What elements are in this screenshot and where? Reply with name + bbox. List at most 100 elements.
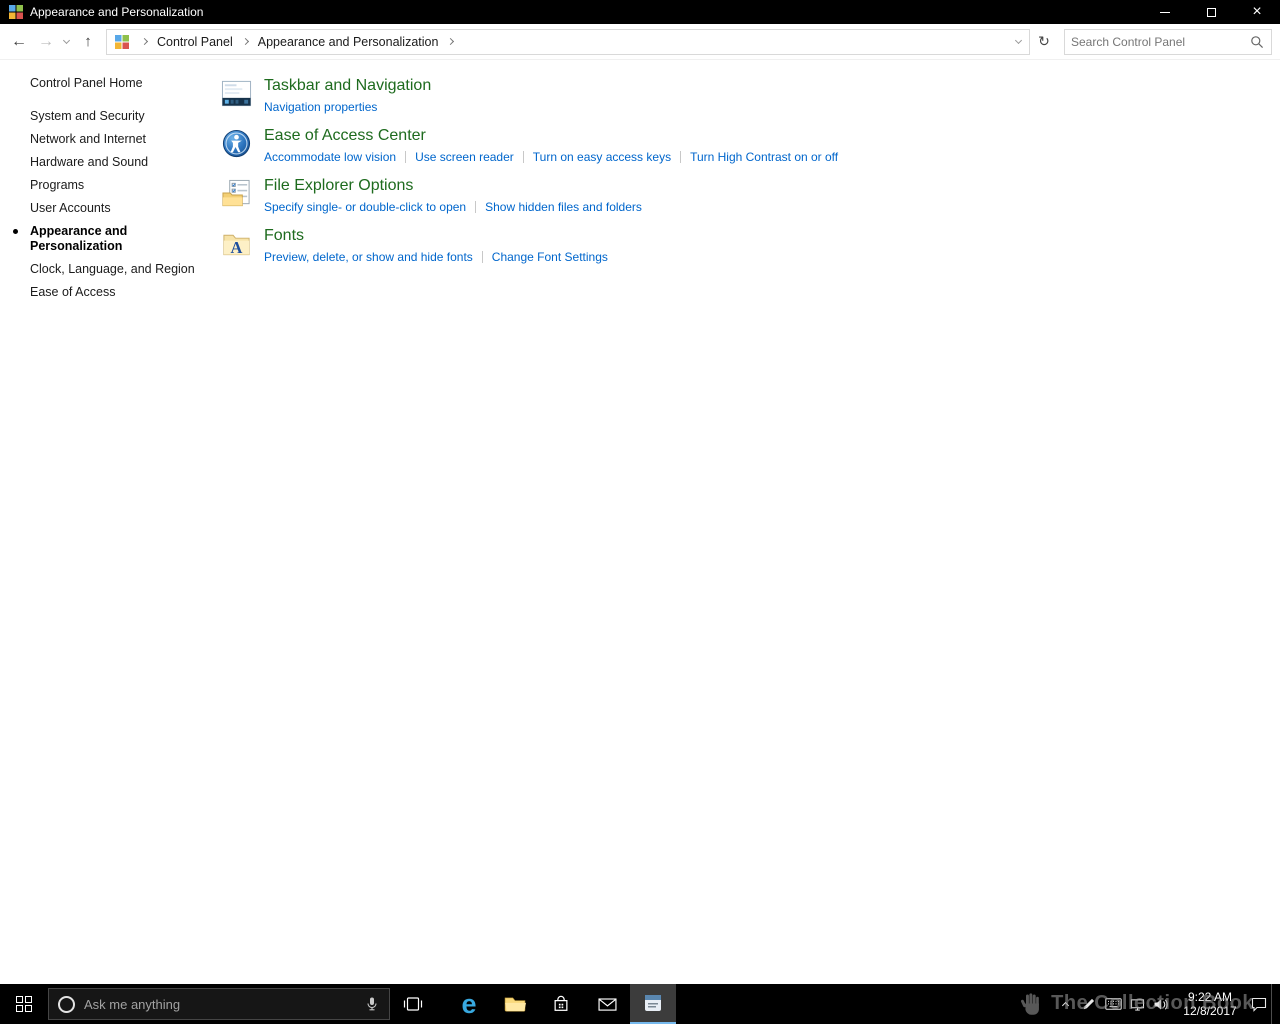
action-center-button[interactable] — [1247, 984, 1271, 1024]
taskbar: 9:22 AM 12/8/2017 — [0, 984, 1280, 1024]
task-link-preview-delete-fonts[interactable]: Preview, delete, or show and hide fonts — [264, 250, 473, 264]
show-hidden-icons-button[interactable] — [1053, 984, 1077, 1024]
action-center-icon — [1251, 997, 1267, 1012]
close-button[interactable]: × — [1234, 0, 1280, 24]
volume-button[interactable] — [1149, 984, 1173, 1024]
link-separator — [482, 251, 483, 263]
show-desktop-button[interactable] — [1271, 984, 1278, 1024]
category-title-file-explorer-options[interactable]: File Explorer Options — [264, 177, 413, 195]
network-icon — [1130, 998, 1145, 1011]
minimize-button[interactable] — [1142, 0, 1188, 24]
task-view-icon — [402, 996, 424, 1012]
cortana-search-box[interactable] — [48, 988, 390, 1020]
chevron-up-icon — [1061, 1002, 1068, 1009]
control-panel-app-icon — [8, 4, 24, 20]
sidebar-item-ease-of-access[interactable]: Ease of Access — [30, 285, 202, 300]
clock-time: 9:22 AM — [1177, 990, 1243, 1004]
windows-logo-icon — [16, 996, 32, 1012]
task-link-accommodate-low-vision[interactable]: Accommodate low vision — [264, 150, 396, 164]
titlebar: Appearance and Personalization × — [0, 0, 1280, 24]
up-button[interactable]: ↑ — [74, 27, 102, 57]
maximize-button[interactable] — [1188, 0, 1234, 24]
chevron-down-icon — [1014, 37, 1021, 44]
address-bar[interactable]: Control Panel Appearance and Personaliza… — [106, 29, 1030, 55]
file-explorer-icon — [504, 995, 526, 1013]
task-link-show-hidden-files[interactable]: Show hidden files and folders — [485, 200, 642, 214]
store-taskbar-button[interactable] — [538, 984, 584, 1024]
file-explorer-options-icon[interactable] — [221, 178, 252, 209]
svg-text:A: A — [231, 238, 243, 257]
close-icon: × — [1252, 4, 1261, 20]
address-dropdown-button[interactable] — [1007, 30, 1029, 54]
sidebar-item-system-and-security[interactable]: System and Security — [30, 109, 202, 124]
breadcrumb-control-panel[interactable]: Control Panel — [154, 35, 236, 49]
sidebar-item-appearance-and-personalization[interactable]: Appearance and Personalization — [30, 224, 202, 254]
active-app-icon — [643, 993, 663, 1013]
link-separator — [523, 151, 524, 163]
sidebar-item-clock-language-region[interactable]: Clock, Language, and Region — [30, 262, 202, 277]
task-view-button[interactable] — [390, 984, 436, 1024]
sidebar-item-network-and-internet[interactable]: Network and Internet — [30, 132, 202, 147]
link-separator — [475, 201, 476, 213]
category-title-ease-of-access-center[interactable]: Ease of Access Center — [264, 127, 426, 145]
search-icon[interactable] — [1250, 35, 1264, 49]
window-controls: × — [1142, 0, 1280, 24]
task-link-navigation-properties[interactable]: Navigation properties — [264, 100, 377, 114]
pen-icon — [1082, 997, 1096, 1011]
volume-icon — [1153, 998, 1169, 1011]
task-link-turn-high-contrast[interactable]: Turn High Contrast on or off — [690, 150, 838, 164]
touch-keyboard-button[interactable] — [1101, 984, 1125, 1024]
file-explorer-taskbar-button[interactable] — [492, 984, 538, 1024]
clock-date: 12/8/2017 — [1177, 1004, 1243, 1018]
edge-icon — [461, 991, 476, 1018]
category-title-taskbar-and-navigation[interactable]: Taskbar and Navigation — [264, 77, 431, 95]
sidebar-control-panel-home[interactable]: Control Panel Home — [30, 76, 202, 90]
keyboard-icon — [1105, 998, 1122, 1010]
task-link-change-font-settings[interactable]: Change Font Settings — [492, 250, 608, 264]
mail-icon — [598, 997, 617, 1012]
recent-locations-dropdown[interactable] — [58, 27, 74, 57]
edge-taskbar-button[interactable] — [446, 984, 492, 1024]
search-box[interactable] — [1064, 29, 1272, 55]
sidebar: Control Panel Home System and Security N… — [0, 60, 205, 984]
ease-of-access-center-icon[interactable] — [221, 128, 252, 159]
window-title: Appearance and Personalization — [30, 5, 203, 19]
breadcrumb-separator-icon[interactable] — [135, 39, 154, 44]
sidebar-item-hardware-and-sound[interactable]: Hardware and Sound — [30, 155, 202, 170]
cortana-icon — [58, 996, 75, 1013]
minimize-icon — [1160, 12, 1170, 13]
network-button[interactable] — [1125, 984, 1149, 1024]
task-link-specify-click-to-open[interactable]: Specify single- or double-click to open — [264, 200, 466, 214]
active-app-taskbar-button[interactable] — [630, 984, 676, 1024]
search-input[interactable] — [1065, 35, 1250, 49]
breadcrumb-separator-icon[interactable] — [236, 39, 255, 44]
main-content: Taskbar and Navigation Navigation proper… — [205, 60, 1280, 984]
refresh-button[interactable]: ↻ — [1030, 29, 1058, 55]
microphone-icon[interactable] — [365, 996, 379, 1012]
forward-button: → — [34, 27, 58, 57]
task-link-use-screen-reader[interactable]: Use screen reader — [415, 150, 514, 164]
category-title-fonts[interactable]: Fonts — [264, 227, 304, 245]
sidebar-item-user-accounts[interactable]: User Accounts — [30, 201, 202, 216]
fonts-icon[interactable]: A — [221, 228, 252, 259]
task-link-turn-on-easy-access-keys[interactable]: Turn on easy access keys — [533, 150, 671, 164]
sidebar-item-programs[interactable]: Programs — [30, 178, 202, 193]
category-fonts: A Fonts Preview, delete, or show and hid… — [205, 227, 1280, 264]
start-button[interactable] — [0, 984, 48, 1024]
taskbar-empty-space — [676, 984, 1053, 1024]
taskbar-clock[interactable]: 9:22 AM 12/8/2017 — [1177, 990, 1243, 1018]
link-separator — [680, 151, 681, 163]
category-taskbar-and-navigation: Taskbar and Navigation Navigation proper… — [205, 77, 1280, 114]
cortana-search-input[interactable] — [84, 997, 365, 1012]
system-tray: 9:22 AM 12/8/2017 — [1053, 984, 1278, 1024]
ink-workspace-button[interactable] — [1077, 984, 1101, 1024]
back-button[interactable]: ← — [4, 27, 34, 57]
mail-taskbar-button[interactable] — [584, 984, 630, 1024]
taskbar-and-navigation-icon[interactable] — [221, 78, 252, 109]
control-panel-location-icon — [114, 34, 130, 50]
breadcrumb-appearance-personalization[interactable]: Appearance and Personalization — [255, 35, 442, 49]
maximize-icon — [1207, 8, 1216, 17]
category-ease-of-access-center: Ease of Access Center Accommodate low vi… — [205, 127, 1280, 164]
navigation-toolbar: ← → ↑ Control Panel Appearance and Perso… — [0, 24, 1280, 60]
breadcrumb-separator-icon[interactable] — [441, 39, 460, 44]
